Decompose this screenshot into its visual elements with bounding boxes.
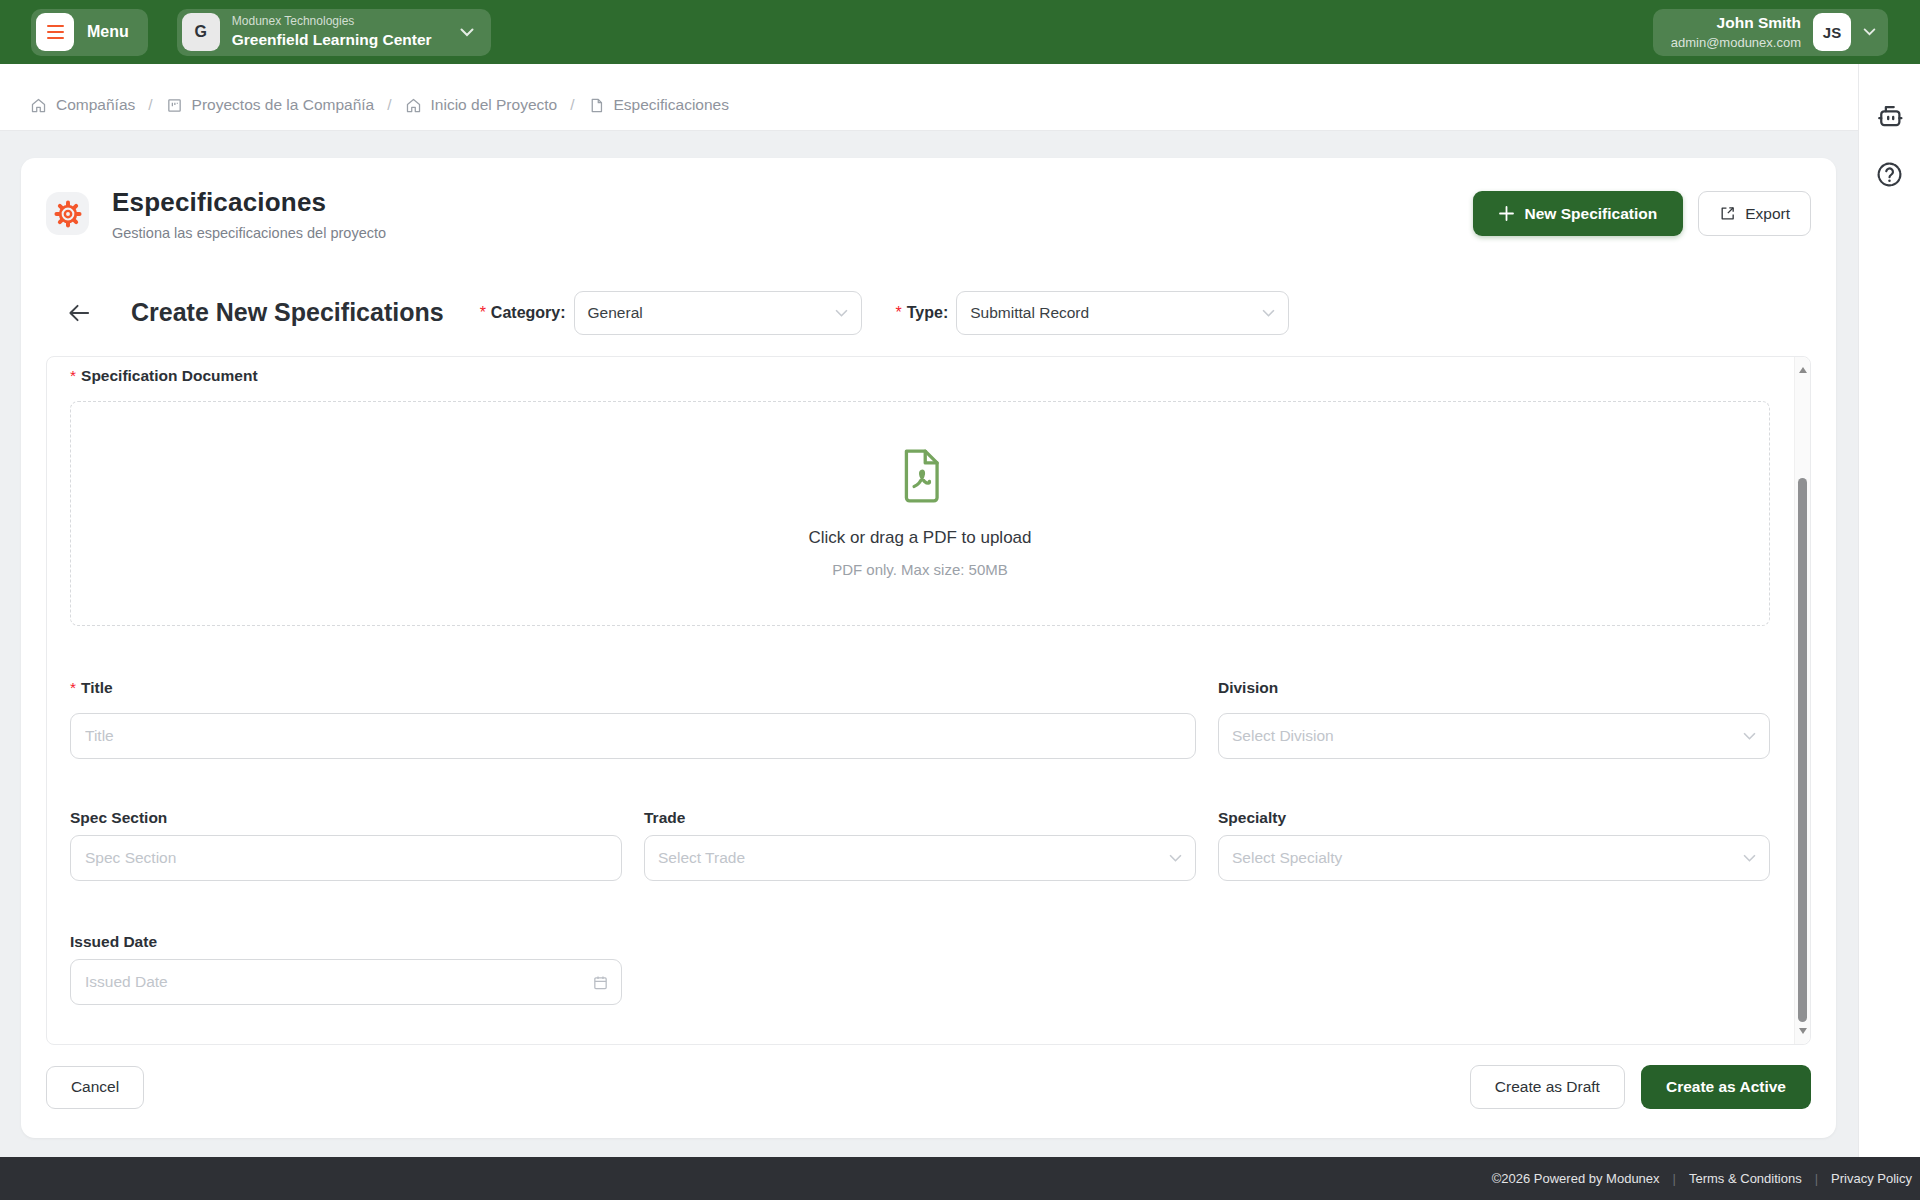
user-avatar: JS [1813, 13, 1851, 51]
form-heading: Create New Specifications [131, 298, 444, 327]
chevron-down-icon [460, 28, 474, 37]
app: Menu G Modunex Technologies Greenfield L… [0, 0, 1920, 1200]
calendar-icon [592, 974, 609, 991]
create-as-active-button[interactable]: Create as Active [1641, 1065, 1811, 1109]
right-icon-rail [1858, 64, 1920, 1157]
category-select[interactable]: General [574, 291, 862, 335]
footer: ©2026 Powered by Modunex | Terms & Condi… [0, 1157, 1920, 1200]
pdf-dropzone[interactable]: Click or drag a PDF to upload PDF only. … [70, 401, 1770, 626]
title-label: *Title [70, 679, 1196, 697]
scrollbar-thumb[interactable] [1798, 478, 1807, 1022]
trade-label: Trade [644, 809, 1196, 827]
trade-select[interactable]: Select Trade [644, 835, 1196, 881]
chevron-down-icon [1169, 854, 1182, 862]
home-icon [30, 97, 47, 114]
issued-date-input[interactable] [70, 959, 622, 1005]
hamburger-icon [36, 13, 74, 51]
page-subtitle: Gestiona las especificaciones del proyec… [112, 225, 386, 241]
footer-terms-link[interactable]: Terms & Conditions [1689, 1171, 1802, 1186]
spec-section-label: Spec Section [70, 809, 622, 827]
dropzone-hint: PDF only. Max size: 50MB [832, 561, 1008, 578]
chevron-down-icon [1743, 854, 1756, 862]
type-label: *Type: [896, 304, 949, 322]
chevron-down-icon [1743, 732, 1756, 740]
page-title: Especificaciones [112, 187, 386, 218]
project-icon [166, 97, 183, 114]
specialty-label: Specialty [1218, 809, 1770, 827]
create-as-draft-button[interactable]: Create as Draft [1470, 1065, 1625, 1109]
breadcrumb-proyectos[interactable]: Proyectos de la Compañía [166, 96, 375, 114]
division-label: Division [1218, 679, 1770, 697]
type-select[interactable]: Submittal Record [956, 291, 1289, 335]
gear-icon [46, 192, 89, 235]
scroll-up-arrow[interactable] [1799, 367, 1807, 373]
user-name: John Smith [1671, 13, 1801, 34]
footer-copyright: ©2026 Powered by Modunex [1492, 1171, 1660, 1186]
page-background: Especificaciones Gestiona las especifica… [0, 131, 1858, 1157]
breadcrumb-companias[interactable]: Compañías [30, 96, 135, 114]
division-select[interactable]: Select Division [1218, 713, 1770, 759]
specialty-select[interactable]: Select Specialty [1218, 835, 1770, 881]
export-icon [1719, 205, 1736, 222]
breadcrumb-inicio[interactable]: Inicio del Proyecto [405, 96, 558, 114]
company-avatar: G [182, 13, 220, 51]
help-icon[interactable] [1875, 160, 1904, 189]
scrollbar[interactable] [1794, 357, 1810, 1044]
home-icon [405, 97, 422, 114]
back-arrow-icon[interactable] [68, 303, 91, 323]
top-header: Menu G Modunex Technologies Greenfield L… [0, 0, 1920, 64]
export-button[interactable]: Export [1698, 191, 1811, 236]
breadcrumb-especificaciones[interactable]: Especificaciones [588, 96, 729, 114]
menu-button[interactable]: Menu [31, 9, 148, 56]
company-name: Greenfield Learning Center [232, 30, 432, 50]
spec-section-input[interactable] [70, 835, 622, 881]
menu-label: Menu [87, 23, 129, 41]
new-specification-button[interactable]: New Specification [1473, 191, 1684, 236]
chevron-down-icon [1863, 28, 1876, 36]
category-label: *Category: [480, 304, 566, 322]
especificaciones-card: Especificaciones Gestiona las especifica… [21, 158, 1836, 1138]
footer-privacy-link[interactable]: Privacy Policy [1831, 1171, 1912, 1186]
robot-assistant-icon[interactable] [1875, 100, 1905, 130]
company-org: Modunex Technologies [232, 14, 432, 30]
file-icon [588, 97, 605, 114]
plus-icon [1499, 206, 1514, 221]
scroll-down-arrow[interactable] [1799, 1028, 1807, 1034]
cancel-button[interactable]: Cancel [46, 1066, 144, 1109]
chevron-down-icon [835, 309, 848, 317]
issued-date-label: Issued Date [70, 933, 622, 951]
user-menu[interactable]: John Smith admin@modunex.com JS [1653, 9, 1888, 56]
spec-document-label: *Specification Document [70, 367, 1770, 385]
chevron-down-icon [1262, 309, 1275, 317]
pdf-file-icon [899, 449, 941, 503]
breadcrumb: Compañías / Proyectos de la Compañía / I… [0, 64, 1858, 131]
user-email: admin@modunex.com [1671, 34, 1801, 52]
form-scroll-area: *Specification Document Click or drag a … [46, 356, 1811, 1045]
company-selector[interactable]: G Modunex Technologies Greenfield Learni… [177, 9, 491, 56]
title-input[interactable] [70, 713, 1196, 759]
dropzone-text: Click or drag a PDF to upload [809, 528, 1032, 548]
